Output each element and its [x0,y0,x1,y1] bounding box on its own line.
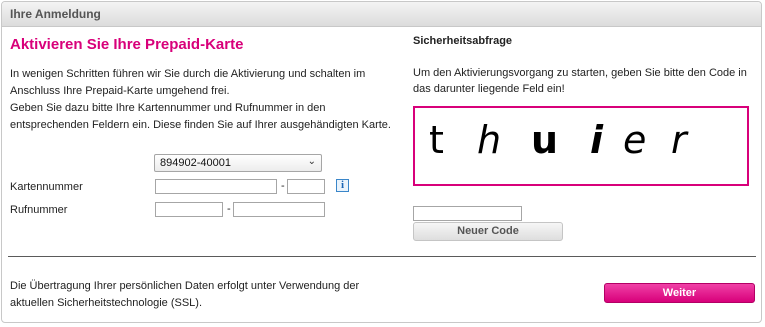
ssl-notice-line: aktuellen Sicherheitstechnologie (SSL). [10,297,203,309]
new-code-button[interactable]: Neuer Code [413,222,563,241]
captcha-char: t [429,118,444,162]
kartennummer-suffix-input[interactable] [287,179,325,194]
intro-line: entsprechenden Feldern ein. Diese finden… [10,119,391,131]
intro-text: In wenigen Schritten führen wir Sie durc… [10,66,400,134]
kartennummer-input[interactable] [155,179,277,194]
intro-line: Anschluss Ihre Prepaid-Karte umgehend fr… [10,85,230,97]
intro-line: In wenigen Schritten führen wir Sie durc… [10,68,366,80]
captcha-char: h [477,118,502,162]
rufnummer-label: Rufnummer [10,204,68,216]
ssl-notice: Die Übertragung Ihrer persönlichen Daten… [10,278,390,312]
captcha-char: e [623,118,647,162]
divider [8,256,756,257]
info-icon[interactable]: i [336,179,349,192]
kartennummer-label: Kartennummer [10,181,83,193]
captcha-char: i [590,118,604,162]
panel-title: Ihre Anmeldung [10,7,101,21]
captcha-image: t h u i e r [413,106,749,186]
next-button[interactable]: Weiter [604,283,755,303]
ssl-notice-line: Die Übertragung Ihrer persönlichen Daten… [10,280,360,292]
rufnummer-input[interactable] [233,202,325,217]
security-text-line: Um den Aktivierungsvorgang zu starten, g… [413,67,747,79]
security-text-line: das darunter liegende Feld ein! [413,83,565,95]
intro-line: Geben Sie dazu bitte Ihre Kartennummer u… [10,102,326,114]
card-prefix-select[interactable]: 894902-40001 ⌄ [154,154,322,172]
page-title: Aktivieren Sie Ihre Prepaid-Karte [10,36,244,53]
captcha-code-input[interactable] [413,206,522,221]
security-title: Sicherheitsabfrage [413,35,513,47]
panel-header: Ihre Anmeldung [2,2,761,27]
captcha-char: r [671,118,687,162]
card-prefix-value: 894902-40001 [160,157,231,169]
security-text: Um den Aktivierungsvorgang zu starten, g… [413,65,753,97]
captcha-char: u [531,118,559,162]
kartennummer-separator: - [281,180,285,192]
chevron-down-icon: ⌄ [307,156,316,167]
rufnummer-separator: - [227,203,231,215]
rufnummer-prefix-input[interactable] [155,202,223,217]
